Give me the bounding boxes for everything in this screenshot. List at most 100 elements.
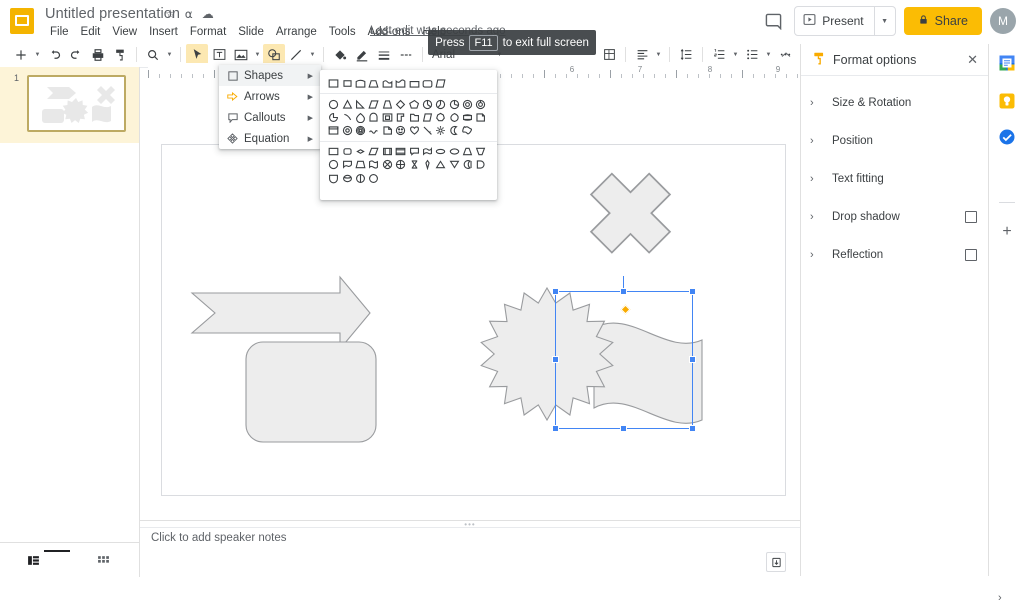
- shape-option[interactable]: [394, 97, 407, 110]
- present-button[interactable]: Present ▼: [794, 6, 896, 36]
- menu-item-equation[interactable]: Equation ▶: [219, 128, 321, 149]
- menu-item-arrange[interactable]: Arrange: [270, 24, 323, 40]
- shape-option[interactable]: [327, 111, 340, 124]
- shape-option[interactable]: [340, 158, 353, 171]
- shape-option[interactable]: [434, 97, 447, 110]
- shape-option[interactable]: [340, 77, 353, 90]
- shape-option[interactable]: [421, 97, 434, 110]
- star-icon[interactable]: ☆: [165, 8, 176, 20]
- shape-option[interactable]: [421, 111, 434, 124]
- menu-item-callouts[interactable]: Callouts ▶: [219, 107, 321, 128]
- shape-option[interactable]: [421, 124, 434, 137]
- shape-option[interactable]: [434, 145, 447, 158]
- shape-option[interactable]: [448, 111, 461, 124]
- shape-option[interactable]: [407, 124, 420, 137]
- filmstrip-view-button[interactable]: [22, 549, 70, 571]
- expand-rail-button[interactable]: ›: [998, 592, 1002, 604]
- shape-option[interactable]: [327, 124, 340, 137]
- shape-option[interactable]: [421, 145, 434, 158]
- shape-option[interactable]: [340, 97, 353, 110]
- expand-notes-button[interactable]: [766, 552, 786, 572]
- shape-option[interactable]: [474, 158, 487, 171]
- shape-adjust-handle[interactable]: [620, 304, 631, 315]
- shape-option[interactable]: [394, 111, 407, 124]
- cloud-saved-icon[interactable]: ☁: [202, 8, 214, 20]
- shape-option[interactable]: [394, 124, 407, 137]
- shape-option[interactable]: [367, 97, 380, 110]
- shape-option[interactable]: [474, 97, 487, 110]
- new-slide-button[interactable]: [10, 44, 32, 66]
- shape-option[interactable]: [381, 111, 394, 124]
- google-tasks-icon[interactable]: [998, 128, 1016, 146]
- shape-option[interactable]: [461, 124, 474, 137]
- shape-option[interactable]: [381, 97, 394, 110]
- shape-option[interactable]: [327, 77, 340, 90]
- handle-bottom-left[interactable]: [552, 425, 559, 432]
- shape-option[interactable]: [327, 97, 340, 110]
- shape-option[interactable]: [367, 145, 380, 158]
- menu-item-file[interactable]: File: [44, 24, 75, 40]
- shape-option[interactable]: [448, 97, 461, 110]
- speaker-notes-pane[interactable]: Click to add speaker notes: [140, 527, 800, 577]
- menu-item-slide[interactable]: Slide: [232, 24, 270, 40]
- shape-option[interactable]: [448, 158, 461, 171]
- shape-option[interactable]: [354, 158, 367, 171]
- share-button[interactable]: Share: [903, 7, 982, 35]
- comment-icon[interactable]: [760, 8, 786, 34]
- grid-view-button[interactable]: [92, 549, 114, 571]
- shape-option[interactable]: [340, 171, 353, 184]
- shape-option[interactable]: [367, 158, 380, 171]
- page-title[interactable]: Untitled presentation: [45, 6, 180, 22]
- shape-option[interactable]: [354, 97, 367, 110]
- shape-option[interactable]: [327, 171, 340, 184]
- shape-option[interactable]: [461, 97, 474, 110]
- shape-option[interactable]: [367, 124, 380, 137]
- shape-option[interactable]: [327, 158, 340, 171]
- shape-option[interactable]: [340, 124, 353, 137]
- paint-format-button[interactable]: [109, 44, 131, 66]
- reflection-checkbox[interactable]: [965, 248, 977, 261]
- slides-logo-icon[interactable]: [10, 8, 34, 34]
- shape-option[interactable]: [461, 111, 474, 124]
- menu-item-format[interactable]: Format: [184, 24, 232, 40]
- shape-option[interactable]: [434, 77, 447, 90]
- menu-item-shapes[interactable]: Shapes ▶: [219, 65, 321, 86]
- format-row-position[interactable]: › Position: [801, 126, 989, 155]
- print-button[interactable]: [87, 44, 109, 66]
- handle-top-left[interactable]: [552, 288, 559, 295]
- handle-top-right[interactable]: [689, 288, 696, 295]
- shape-option[interactable]: [340, 145, 353, 158]
- new-slide-caret-icon[interactable]: ▼: [32, 44, 43, 66]
- menu-item-view[interactable]: View: [106, 24, 143, 40]
- shape-option[interactable]: [381, 124, 394, 137]
- shape-option[interactable]: [381, 77, 394, 90]
- menu-item-insert[interactable]: Insert: [143, 24, 184, 40]
- shape-option[interactable]: [474, 111, 487, 124]
- menu-item-edit[interactable]: Edit: [75, 24, 107, 40]
- add-addon-button[interactable]: +: [998, 223, 1016, 241]
- move-to-folder-icon[interactable]: ⍺: [185, 8, 193, 20]
- shape-option[interactable]: [381, 158, 394, 171]
- format-row-size-rotation[interactable]: › Size & Rotation: [801, 88, 989, 117]
- drop-shadow-checkbox[interactable]: [965, 210, 977, 223]
- handle-bottom-right[interactable]: [689, 425, 696, 432]
- shape-option[interactable]: [354, 111, 367, 124]
- shape-option[interactable]: [421, 77, 434, 90]
- google-calendar-icon[interactable]: [998, 54, 1016, 72]
- shape-option[interactable]: [327, 145, 340, 158]
- undo-button[interactable]: [43, 44, 65, 66]
- shape-option[interactable]: [367, 111, 380, 124]
- shape-option[interactable]: [407, 77, 420, 90]
- google-keep-icon[interactable]: [998, 92, 1016, 110]
- shape-option[interactable]: [354, 145, 367, 158]
- shape-option[interactable]: [461, 145, 474, 158]
- menu-item-tools[interactable]: Tools: [323, 24, 362, 40]
- shape-option[interactable]: [367, 171, 380, 184]
- shape-option[interactable]: [407, 158, 420, 171]
- shape-option[interactable]: [354, 77, 367, 90]
- shape-option[interactable]: [394, 158, 407, 171]
- shape-option[interactable]: [448, 145, 461, 158]
- format-row-reflection[interactable]: › Reflection: [801, 240, 989, 269]
- shape-option[interactable]: [367, 77, 380, 90]
- shape-option[interactable]: [381, 145, 394, 158]
